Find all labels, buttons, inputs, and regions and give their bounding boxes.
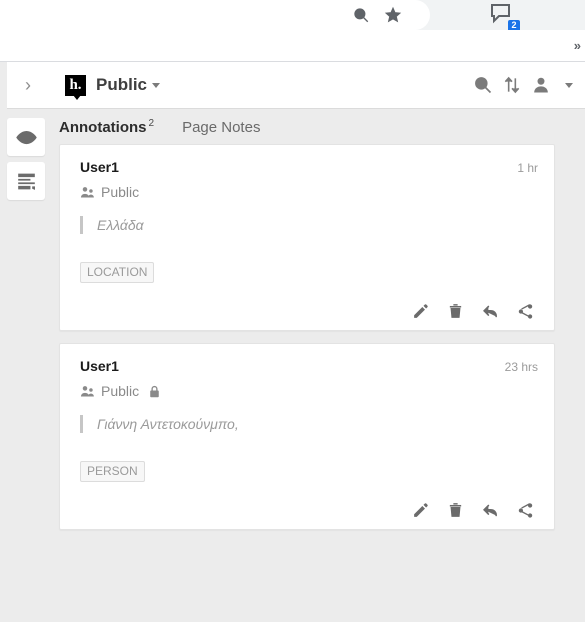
sidebar-item-new-page-note[interactable] [7, 162, 45, 200]
toolbar-strip: » [0, 30, 585, 62]
lock-icon [149, 385, 160, 398]
reply-icon[interactable] [482, 502, 499, 519]
sort-icon[interactable] [502, 75, 522, 95]
annotation-author[interactable]: User1 [80, 358, 119, 374]
annotation-card[interactable]: User1 23 hrs Public Γιάννη Αντετοκούνμπο… [59, 343, 555, 530]
annotation-privacy-label: Public [101, 184, 140, 200]
account-chevron-down-icon[interactable] [565, 82, 573, 88]
share-icon[interactable] [517, 502, 534, 519]
annotation-list-column: Annotations 2 Page Notes User1 1 hr Publ… [59, 110, 555, 622]
zoom-in-icon[interactable] [352, 6, 370, 24]
tab-bar: Annotations 2 Page Notes [59, 110, 555, 144]
tab-annotations[interactable]: Annotations 2 [59, 118, 154, 136]
annotation-tag-list: PERSON [80, 461, 538, 482]
search-icon[interactable] [473, 75, 493, 95]
annotation-card[interactable]: User1 1 hr Public Ελλάδα LOCATION [59, 144, 555, 331]
left-rail [7, 118, 45, 200]
annotation-quote: Ελλάδα [80, 216, 538, 234]
trash-icon[interactable] [447, 303, 464, 320]
omnibox-icon-group [352, 0, 402, 30]
hypothesis-extension-icon[interactable]: 2 [488, 2, 520, 32]
annotation-tag[interactable]: LOCATION [80, 262, 155, 283]
share-icon[interactable] [517, 303, 534, 320]
chevron-down-icon[interactable] [152, 82, 161, 88]
annotation-tag[interactable]: PERSON [80, 461, 145, 482]
annotation-card-header: User1 1 hr [80, 159, 538, 175]
edit-icon[interactable] [412, 502, 429, 519]
note-icon [16, 171, 37, 192]
toolbar-overflow-icon[interactable]: » [574, 39, 581, 52]
annotation-privacy-label: Public [101, 383, 140, 399]
annotation-privacy-row: Public [80, 184, 538, 200]
annotation-timestamp[interactable]: 23 hrs [505, 360, 538, 374]
group-people-icon [80, 384, 95, 399]
hypothesis-sidebar: › h. Public Annotations 2 Page Notes Use… [0, 62, 585, 622]
annotation-action-bar [80, 303, 538, 320]
topbar-action-group [473, 75, 573, 95]
sidebar-topbar: › h. Public [7, 62, 585, 109]
collapse-sidebar-chevron-icon[interactable]: › [17, 76, 39, 94]
annotation-action-bar [80, 502, 538, 519]
tab-page-notes[interactable]: Page Notes [182, 119, 260, 136]
trash-icon[interactable] [447, 502, 464, 519]
reply-icon[interactable] [482, 303, 499, 320]
bookmark-star-icon[interactable] [384, 6, 402, 24]
tab-annotations-count: 2 [148, 118, 155, 129]
tab-annotations-label: Annotations [59, 119, 147, 136]
annotation-quote: Γιάννη Αντετοκούνμπο, [80, 415, 538, 433]
annotation-timestamp[interactable]: 1 hr [517, 161, 538, 175]
annotation-card-header: User1 23 hrs [80, 358, 538, 374]
group-people-icon [80, 185, 95, 200]
account-icon[interactable] [531, 75, 551, 95]
browser-chrome: 2 [0, 0, 585, 32]
group-name-label[interactable]: Public [96, 75, 147, 95]
sidebar-item-highlights[interactable] [7, 118, 45, 156]
edit-icon[interactable] [412, 303, 429, 320]
annotation-author[interactable]: User1 [80, 159, 119, 175]
annotation-privacy-row: Public [80, 383, 538, 399]
annotation-tag-list: LOCATION [80, 262, 538, 283]
eye-icon [15, 127, 37, 148]
hypothesis-logo-icon: h. [65, 74, 86, 100]
